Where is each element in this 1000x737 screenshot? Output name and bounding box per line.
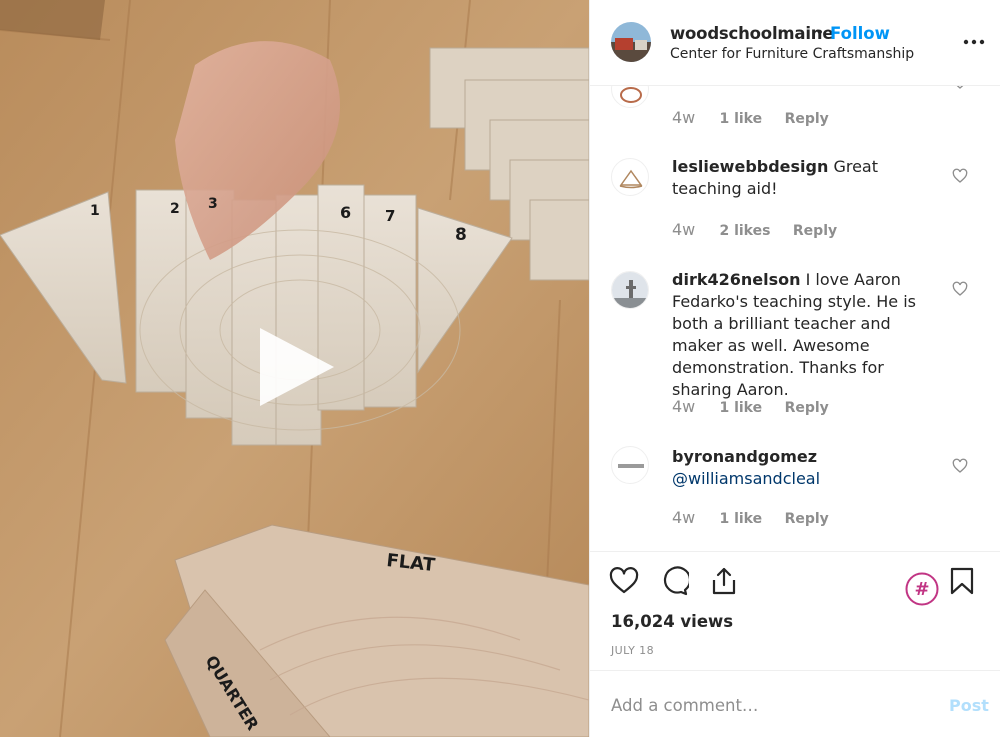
comment-input[interactable] bbox=[611, 693, 931, 717]
comment-mention[interactable]: @williamsandcleal bbox=[672, 469, 820, 488]
video-block-number: 3 bbox=[208, 196, 218, 212]
video-block-number: 7 bbox=[385, 207, 395, 225]
video-player[interactable]: 1 2 3 6 7 8 FLAT QUARTER bbox=[0, 0, 589, 737]
comment-meta: 4w 1 like Reply bbox=[672, 108, 829, 127]
separator-dot: • bbox=[817, 24, 823, 41]
comments-list[interactable]: 4w 1 like Reply lesliewebbdesign Great t… bbox=[590, 86, 1000, 551]
comment-time[interactable]: 4w bbox=[672, 397, 715, 416]
comment-likes[interactable]: 2 likes bbox=[719, 223, 770, 239]
post-button[interactable]: Post bbox=[949, 696, 989, 715]
comment-meta: 4w 1 like Reply bbox=[672, 508, 829, 527]
comment-body: I love Aaron Fedarko's teaching style. H… bbox=[672, 270, 916, 399]
post-username[interactable]: woodschoolmaine bbox=[670, 24, 834, 43]
hashtag-icon[interactable]: # bbox=[905, 572, 939, 606]
heart-icon[interactable] bbox=[952, 168, 968, 184]
video-block-number: 8 bbox=[455, 225, 467, 245]
reply-button[interactable]: Reply bbox=[785, 111, 829, 127]
view-count[interactable]: 16,024 views bbox=[611, 612, 733, 631]
share-icon[interactable] bbox=[709, 566, 739, 596]
avatar[interactable] bbox=[611, 86, 649, 108]
add-comment-bar: Post bbox=[590, 670, 1000, 737]
reply-button[interactable]: Reply bbox=[785, 511, 829, 527]
bookmark-icon[interactable] bbox=[947, 566, 977, 596]
video-block-number: 1 bbox=[90, 203, 100, 219]
post-actions: # 16,024 views JULY 18 bbox=[590, 551, 1000, 670]
video-block-number: 2 bbox=[170, 201, 180, 217]
post-header: woodschoolmaine • Follow Center for Furn… bbox=[590, 0, 1000, 86]
comment-username[interactable]: byronandgomez bbox=[672, 447, 817, 466]
post-date[interactable]: JULY 18 bbox=[611, 644, 654, 657]
comment-likes[interactable]: 1 like bbox=[719, 511, 762, 527]
play-icon[interactable] bbox=[250, 322, 340, 412]
comment-text: byronandgomez @williamsandcleal bbox=[672, 446, 942, 490]
comment-text: dirk426nelson I love Aaron Fedarko's tea… bbox=[672, 269, 942, 401]
comment-icon[interactable] bbox=[659, 566, 689, 596]
comment-likes[interactable]: 1 like bbox=[719, 111, 762, 127]
svg-text:#: # bbox=[914, 579, 929, 600]
avatar[interactable] bbox=[611, 158, 649, 196]
comment-meta: 4w 1 like Reply bbox=[672, 397, 829, 416]
comment-likes[interactable]: 1 like bbox=[719, 400, 762, 416]
comment-text: lesliewebbdesign Great teaching aid! bbox=[672, 156, 942, 200]
avatar[interactable] bbox=[611, 22, 651, 62]
post-side-panel: woodschoolmaine • Follow Center for Furn… bbox=[589, 0, 1000, 737]
heart-icon[interactable] bbox=[609, 566, 639, 596]
comment-username[interactable]: lesliewebbdesign bbox=[672, 157, 828, 176]
video-block-number: 6 bbox=[340, 203, 351, 222]
comment-time[interactable]: 4w bbox=[672, 108, 715, 127]
heart-icon[interactable] bbox=[952, 281, 968, 297]
reply-button[interactable]: Reply bbox=[785, 400, 829, 416]
comment-time[interactable]: 4w bbox=[672, 220, 715, 239]
avatar[interactable] bbox=[611, 271, 649, 309]
more-icon[interactable] bbox=[962, 30, 986, 54]
avatar[interactable] bbox=[611, 446, 649, 484]
post-location[interactable]: Center for Furniture Craftsmanship bbox=[670, 46, 914, 62]
comment-meta: 4w 2 likes Reply bbox=[672, 220, 837, 239]
reply-button[interactable]: Reply bbox=[793, 223, 837, 239]
heart-icon[interactable] bbox=[952, 458, 968, 474]
follow-button[interactable]: Follow bbox=[830, 24, 890, 43]
heart-icon[interactable] bbox=[952, 86, 968, 90]
comment-username[interactable]: dirk426nelson bbox=[672, 270, 801, 289]
comment-time[interactable]: 4w bbox=[672, 508, 715, 527]
